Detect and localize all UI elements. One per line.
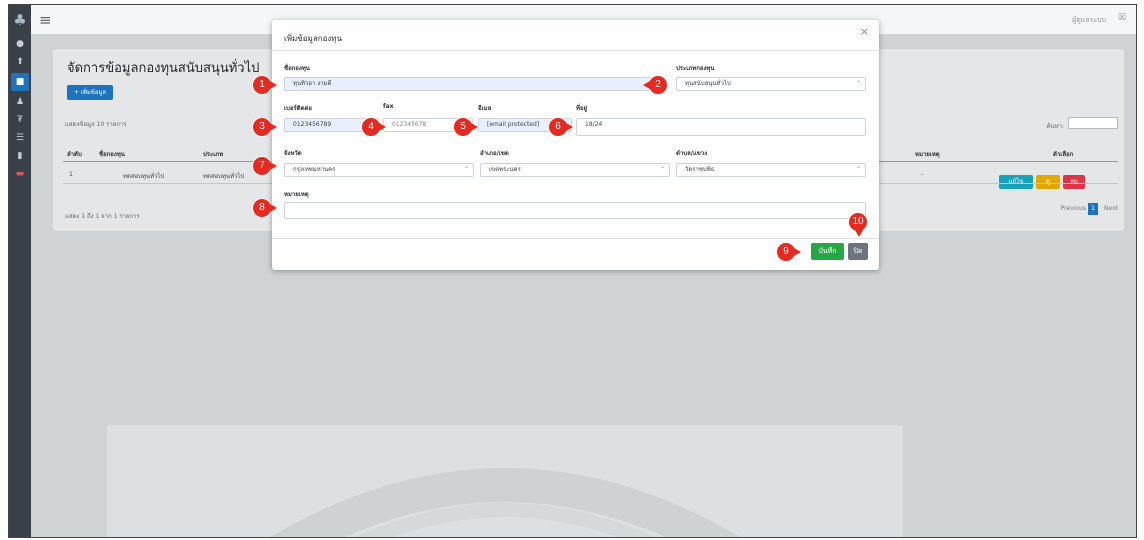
col-header-note[interactable]: หมายเหตุ [915,149,940,159]
sidebar-item-home[interactable]: ● [9,35,31,53]
annotation-marker-2: 2 [643,75,668,95]
annotation-marker-4: 4 [361,117,386,137]
subdistrict-label: ตำบล/แขวง [676,150,708,157]
add-fund-button[interactable]: + เพิ่มข้อมูล [67,85,113,100]
sidebar: ♣ ● ⬆ ■ ♟ ₮ ☰ ▮ ▬ [9,5,31,537]
user-name[interactable]: ผู้ดูแลระบบ [1072,15,1106,26]
save-button[interactable]: บันทึก [811,243,844,260]
annotation-marker-9: 9 [776,242,801,262]
province-label: จังหวัด [284,150,302,157]
fund-name-input[interactable]: ทุนทิวอา งามดี [284,77,666,91]
modal-header-divider [272,50,879,51]
annotation-marker-10: 10 [848,212,868,237]
annotation-marker-8: 8 [252,198,277,218]
search-input[interactable] [1068,117,1118,129]
subdistrict-value: วัดราชบพิธ [685,166,715,173]
chevron-down-icon: ⌃ [855,166,861,173]
pagination-previous[interactable]: Previous [1061,205,1086,212]
sidebar-item-upload[interactable]: ⬆ [9,53,31,71]
annotation-marker-5: 5 [453,117,478,137]
sidebar-item-report[interactable]: ▬ [9,165,31,183]
province-select[interactable]: กรุงเทพมหานคร ⌃ [284,163,474,177]
add-fund-modal: เพิ่มข้อมูลกองทุน × ชื่อกองทุน ทุนทิวอา … [272,20,879,270]
col-header-actions: ตัวเลือก [1053,151,1074,158]
edit-button[interactable]: แก้ไข [999,175,1033,189]
note-label: หมายเหตุ [284,191,309,198]
annotation-marker-7: 7 [252,156,277,176]
email-label: อีเมล [478,105,492,112]
annotation-marker-1: 1 [252,75,277,95]
sidebar-item-scholarship[interactable]: ₮ [9,111,31,129]
address-label: ที่อยู่ [576,105,588,112]
fund-type-select[interactable]: ทุนสนับสนุนทั่วไป ⌃ [676,77,866,91]
modal-footer-divider [272,238,879,239]
fax-label: fax [383,103,394,110]
phone-label: เบอร์ติดต่อ [284,105,312,112]
view-button[interactable]: ดู [1036,175,1060,189]
pagination-next[interactable]: Next [1104,205,1118,212]
annotation-marker-6: 6 [548,117,573,137]
district-select[interactable]: เขตพระนคร ⌃ [480,163,670,177]
menu-toggle-icon[interactable]: ≡ [39,11,52,29]
annotation-marker-3: 3 [252,117,277,137]
search-label: ค้นหา: [1046,123,1064,130]
note-input[interactable] [284,202,866,219]
chevron-down-icon: ⌃ [659,166,665,173]
district-value: เขตพระนคร [489,166,521,173]
col-header-no[interactable]: ลำดับ [67,149,82,159]
logo-icon: ♣ [13,11,27,29]
pagination-page-1[interactable]: 1 [1088,203,1098,215]
province-value: กรุงเทพมหานคร [293,166,336,173]
subdistrict-select[interactable]: วัดราชบพิธ ⌃ [676,163,866,177]
watermark-logo [107,425,903,537]
table-info: แสดง 1 ถึง 1 จาก 1 รายการ [65,213,140,220]
fund-type-value: ทุนสนับสนุนทั่วไป [685,80,731,87]
modal-title: เพิ่มข้อมูลกองทุน [284,34,343,43]
chevron-down-icon: ⌃ [463,166,469,173]
delete-button[interactable]: ลบ [1063,175,1085,189]
logout-icon[interactable]: ☒ [1118,13,1126,23]
page-title: จัดการข้อมูลกองทุนสนับสนุนทั่วไป [67,61,260,76]
close-button[interactable]: ปิด [848,243,868,260]
show-entries[interactable]: แสดงข้อมูล 10 รายการ [65,119,126,129]
table-cell-fund-name: ทดสอบทุนทั่วไป [123,173,165,180]
sidebar-item-list[interactable]: ☰ [9,129,31,147]
address-textarea[interactable]: 18/24 [576,118,866,136]
col-header-type[interactable]: ประเภท [203,149,223,159]
table-cell-note: - [921,171,924,178]
col-header-fund-name[interactable]: ชื่อกองทุน [99,149,125,159]
district-label: อำเภอ/เขต [480,150,509,157]
sidebar-item-users[interactable]: ♟ [9,93,31,111]
close-icon[interactable]: × [860,25,869,38]
chevron-down-icon: ⌃ [855,80,861,87]
fund-type-label: ประเภทกองทุน [676,65,715,72]
sidebar-item-fund[interactable]: ■ [11,73,29,91]
sidebar-item-document[interactable]: ▮ [9,147,31,165]
table-cell-type: ทดสอบทุนทั่วไป [203,173,245,180]
watermark-emblem [270,468,740,537]
fund-name-label: ชื่อกองทุน [284,65,310,72]
table-cell-no: 1 [69,171,73,178]
